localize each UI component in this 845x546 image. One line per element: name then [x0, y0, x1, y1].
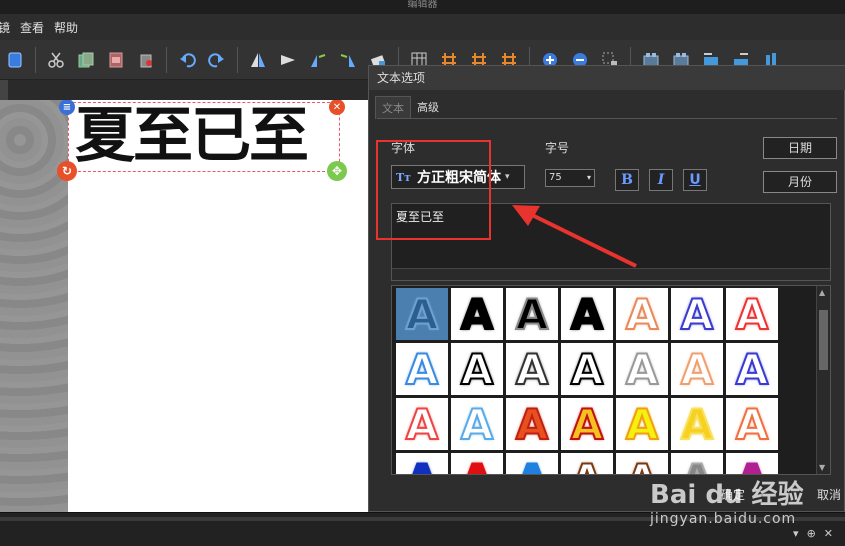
panel-pin-icon[interactable]: ⊕: [807, 527, 816, 540]
baidu-watermark: Bai du 经验 jingyan.baidu.com: [650, 474, 840, 527]
watermark-url: jingyan.baidu.com: [650, 511, 797, 527]
panel-menu-icon[interactable]: ▾: [793, 527, 799, 540]
panel-controls: ▾ ⊕ ✕: [793, 527, 833, 540]
annotation-arrow: [512, 205, 637, 268]
watermark-logo: Bai du 经验: [650, 480, 804, 510]
panel-close-icon[interactable]: ✕: [824, 527, 833, 540]
